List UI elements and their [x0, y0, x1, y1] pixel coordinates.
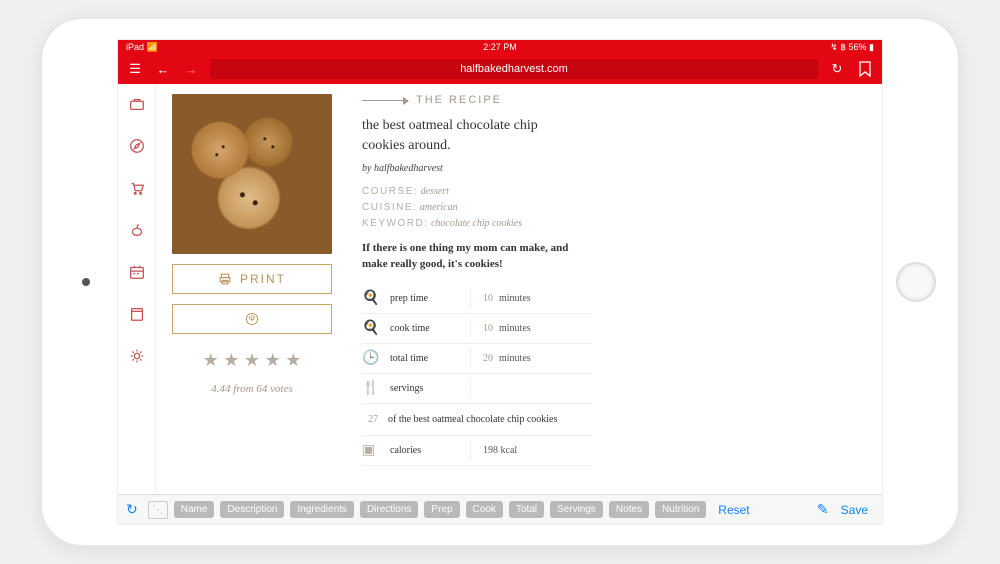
status-bar: iPad 📶 2:27 PM ↯ ฿ 56% ▮ [118, 40, 882, 54]
recipe-left-column: PRINT ★ ★ ★ ★ ★ 4.44 from 64 votes [172, 94, 332, 494]
status-carrier: iPad 📶 [126, 42, 158, 53]
cook-label: cook time [390, 323, 470, 334]
briefcase-icon[interactable] [127, 94, 147, 114]
arrow-icon [362, 100, 408, 101]
prep-value: 10minutes [483, 293, 531, 304]
chip-ingredients[interactable]: Ingredients [290, 501, 353, 518]
total-time-row: 🕒 total time 20minutes [362, 344, 592, 374]
chip-nutrition[interactable]: Nutrition [655, 501, 706, 518]
bookmark-icon[interactable] [856, 61, 874, 77]
recipe-area: PRINT ★ ★ ★ ★ ★ 4.44 from 64 votes THE R… [156, 84, 882, 494]
select-tool-icon[interactable]: ⋱ [148, 501, 168, 519]
reset-link[interactable]: Reset [712, 503, 755, 517]
chip-servings[interactable]: Servings [550, 501, 603, 518]
clock-icon: 🕒 [362, 350, 390, 367]
prep-time-row: 🍳 prep time 10minutes [362, 284, 592, 314]
print-button[interactable]: PRINT [172, 264, 332, 294]
url-text: halfbakedharvest.com [460, 63, 568, 75]
fruit-icon[interactable] [127, 220, 147, 240]
recipe-title: the best oatmeal chocolate chip cookies … [362, 116, 582, 155]
servings-icon: 🍴 [362, 380, 390, 397]
gear-icon[interactable] [127, 346, 147, 366]
status-battery: ↯ ฿ 56% ▮ [830, 42, 874, 53]
recipe-byline: by halfbakedharvest [362, 163, 856, 174]
yield-row: 27 of the best oatmeal chocolate chip co… [362, 404, 592, 436]
page-content: PRINT ★ ★ ★ ★ ★ 4.44 from 64 votes THE R… [118, 84, 882, 494]
time-table: 🍳 prep time 10minutes 🍳 cook time 10minu… [362, 284, 592, 466]
section-heading: THE RECIPE [362, 94, 856, 106]
chip-description[interactable]: Description [220, 501, 284, 518]
url-bar[interactable]: halfbakedharvest.com [210, 59, 818, 79]
meta-course: COURSE: dessert [362, 186, 856, 197]
yield-number: 27 [368, 412, 378, 427]
chip-cook[interactable]: Cook [466, 501, 503, 518]
recipe-photo [172, 94, 332, 254]
calories-row: ▣ calories 198 kcal [362, 436, 592, 466]
calendar-icon[interactable] [127, 262, 147, 282]
rating-text: 4.44 from 64 votes [172, 383, 332, 395]
cook-time-row: 🍳 cook time 10minutes [362, 314, 592, 344]
cook-icon: 🍳 [362, 320, 390, 337]
pinterest-button[interactable] [172, 304, 332, 334]
back-icon[interactable]: ← [154, 62, 172, 77]
prep-icon: 🍳 [362, 290, 390, 307]
chip-notes[interactable]: Notes [609, 501, 649, 518]
chip-prep[interactable]: Prep [424, 501, 459, 518]
calories-label: calories [390, 445, 470, 456]
edit-icon[interactable]: ✎ [817, 501, 829, 518]
meta-cuisine: CUISINE: american [362, 202, 856, 213]
status-time: 2:27 PM [483, 42, 517, 52]
home-button[interactable] [896, 262, 936, 302]
bottom-toolbar: ↻ ⋱ Name Description Ingredients Directi… [118, 494, 882, 524]
cart-icon[interactable] [127, 178, 147, 198]
screen: iPad 📶 2:27 PM ↯ ฿ 56% ▮ ☰ ← → halfbaked… [117, 39, 883, 525]
chip-total[interactable]: Total [509, 501, 544, 518]
yield-text: of the best oatmeal chocolate chip cooki… [388, 412, 557, 427]
compass-icon[interactable] [127, 136, 147, 156]
recipe-right-column: THE RECIPE the best oatmeal chocolate ch… [362, 94, 862, 494]
left-sidebar [118, 84, 156, 494]
ipad-camera [82, 278, 90, 286]
rating-stars[interactable]: ★ ★ ★ ★ ★ [172, 350, 332, 371]
refresh-icon[interactable]: ↻ [126, 501, 138, 518]
calories-icon: ▣ [362, 442, 390, 459]
forward-icon[interactable]: → [182, 62, 200, 77]
total-value: 20minutes [483, 353, 531, 364]
chip-name[interactable]: Name [174, 501, 215, 518]
browser-toolbar: ☰ ← → halfbakedharvest.com ↻ [118, 54, 882, 84]
recipe-description: If there is one thing my mom can make, a… [362, 241, 592, 272]
reload-icon[interactable]: ↻ [828, 61, 846, 77]
total-label: total time [390, 353, 470, 364]
meta-keyword: KEYWORD: chocolate chip cookies [362, 218, 856, 229]
menu-icon[interactable]: ☰ [126, 61, 144, 77]
servings-row: 🍴 servings [362, 374, 592, 404]
prep-label: prep time [390, 293, 470, 304]
servings-label: servings [390, 383, 470, 394]
calories-value: 198 kcal [483, 445, 517, 456]
save-link[interactable]: Save [835, 503, 874, 517]
book-icon[interactable] [127, 304, 147, 324]
cook-value: 10minutes [483, 323, 531, 334]
ipad-frame: iPad 📶 2:27 PM ↯ ฿ 56% ▮ ☰ ← → halfbaked… [40, 17, 960, 547]
chip-directions[interactable]: Directions [360, 501, 418, 518]
section-heading-label: THE RECIPE [416, 94, 502, 106]
print-button-label: PRINT [240, 272, 286, 286]
